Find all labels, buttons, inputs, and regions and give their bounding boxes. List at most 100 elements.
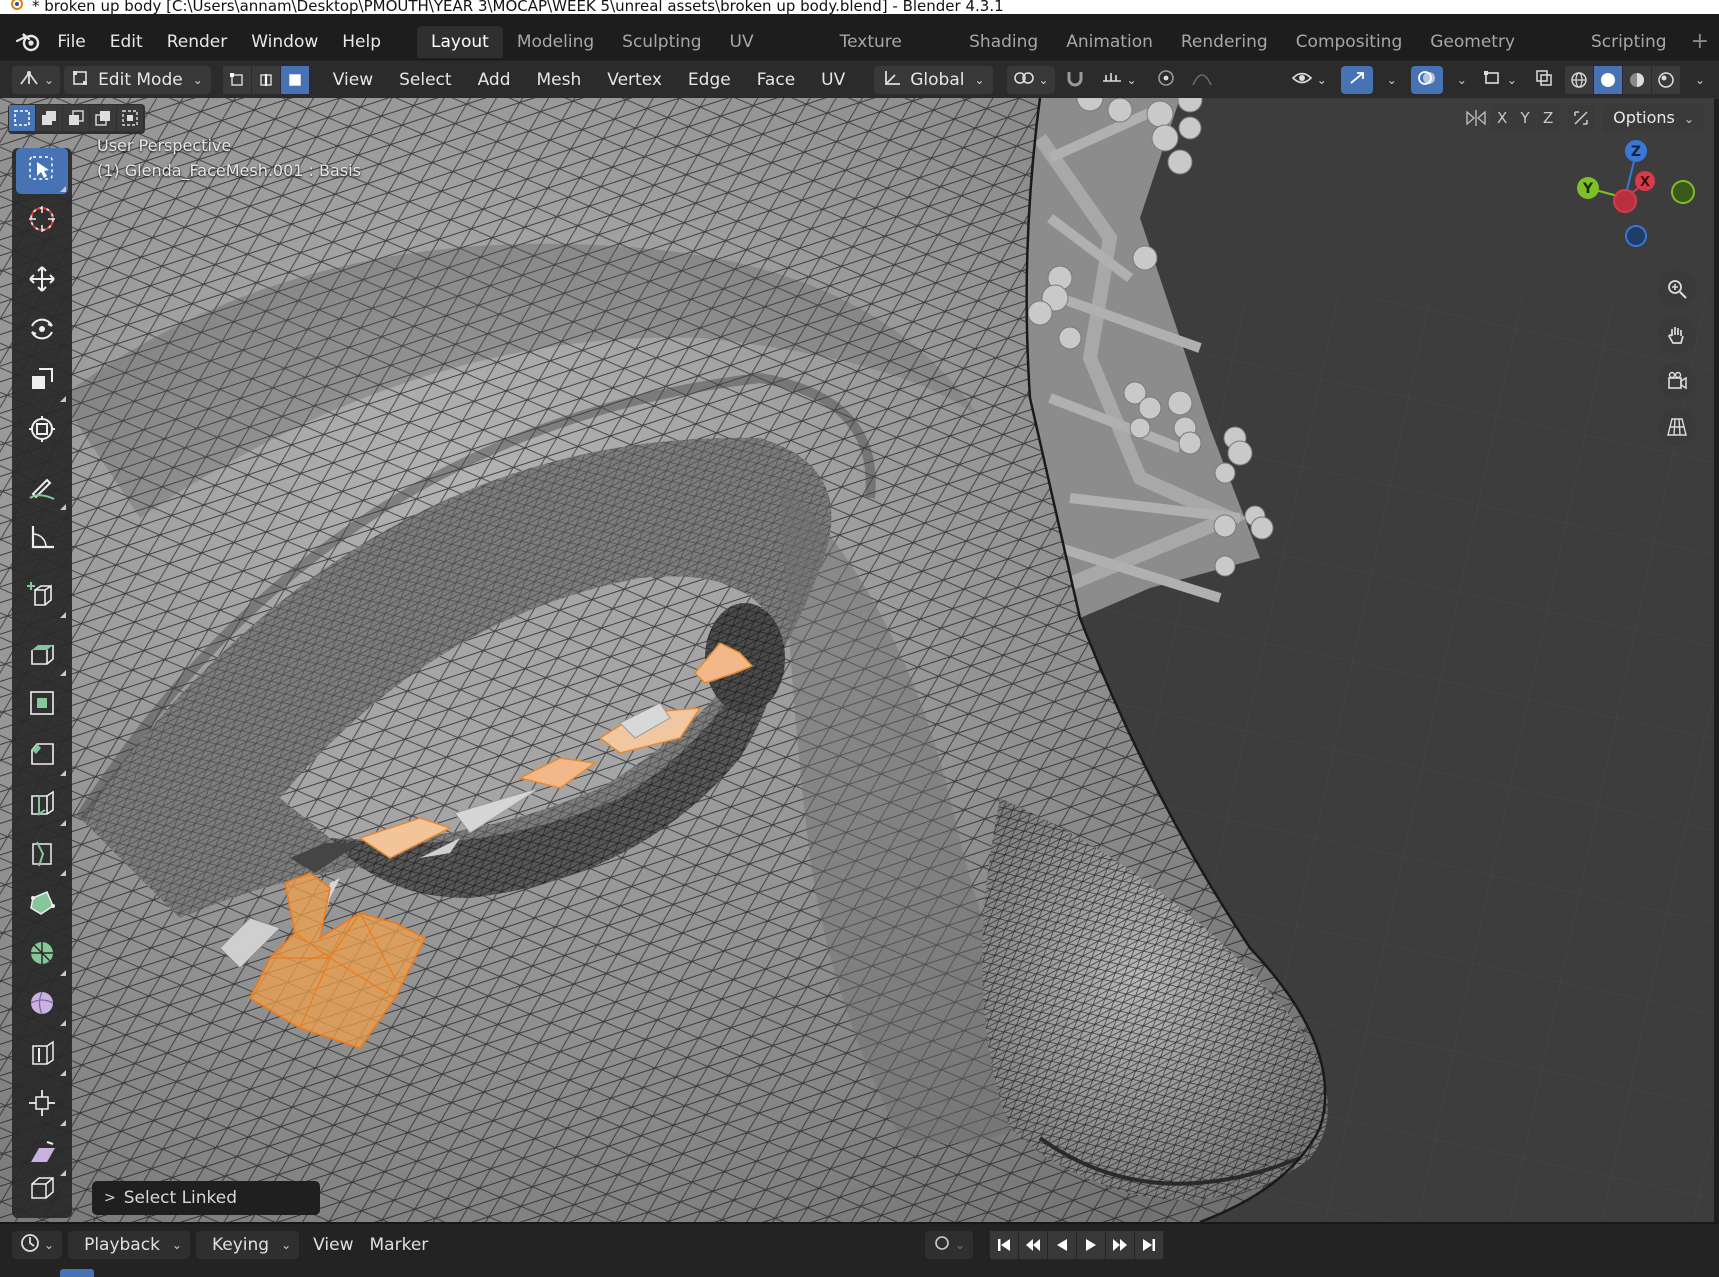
gizmo-neg-z-axis[interactable]	[1625, 225, 1647, 247]
keying-menu[interactable]: Keying ⌄	[195, 1231, 300, 1259]
menu-face[interactable]: Face	[744, 66, 808, 94]
mirror-y-toggle[interactable]: Y	[1514, 105, 1537, 131]
menu-uv[interactable]: UV	[808, 66, 858, 94]
menu-help[interactable]: Help	[330, 27, 393, 57]
select-box-new-icon[interactable]	[9, 105, 35, 131]
add-workspace-button[interactable]: +	[1681, 26, 1719, 58]
falloff-button[interactable]	[1185, 66, 1219, 94]
menu-view[interactable]: View	[320, 66, 386, 94]
tool-transform[interactable]	[16, 408, 68, 454]
tab-compositing[interactable]: Compositing	[1282, 26, 1417, 58]
solid-shading-icon[interactable]	[1593, 66, 1622, 94]
select-intersect-icon[interactable]	[117, 105, 143, 131]
blender-menu-icon[interactable]	[10, 27, 45, 57]
gizmo-neg-y-axis[interactable]	[1671, 180, 1695, 204]
tool-select-box[interactable]	[16, 148, 68, 194]
camera-view-icon[interactable]	[1658, 362, 1696, 400]
select-difference-icon[interactable]	[90, 105, 116, 131]
tool-add-cube[interactable]	[16, 574, 68, 620]
tool-edge-slide[interactable]	[16, 1032, 68, 1078]
xray-toggle[interactable]	[1529, 66, 1559, 94]
vertex-select-icon[interactable]	[222, 66, 251, 94]
tab-rendering[interactable]: Rendering	[1167, 26, 1282, 58]
edge-select-icon[interactable]	[251, 66, 280, 94]
pan-hand-icon[interactable]	[1658, 316, 1696, 354]
timeline-marker-menu[interactable]: Marker	[362, 1231, 437, 1259]
mirror-x-toggle[interactable]: X	[1491, 105, 1514, 131]
overlays-dropdown[interactable]: ⌄	[1447, 66, 1473, 94]
face-select-icon[interactable]	[280, 66, 309, 94]
tool-measure[interactable]	[16, 516, 68, 562]
tab-sculpting[interactable]: Sculpting	[608, 26, 715, 58]
tool-move[interactable]	[16, 258, 68, 304]
tool-inset[interactable]	[16, 682, 68, 728]
play-reverse-icon[interactable]	[1048, 1231, 1076, 1259]
tab-texture-paint[interactable]: Texture Paint	[826, 26, 956, 84]
timeline-view-menu[interactable]: View	[305, 1231, 361, 1259]
playback-menu[interactable]: Playback ⌄	[68, 1231, 190, 1259]
wireframe-shading-icon[interactable]	[1564, 66, 1593, 94]
current-frame-indicator[interactable]	[60, 1269, 94, 1277]
3d-viewport[interactable]: User Perspective (1) Glenda_FaceMesh.001…	[0, 98, 1714, 1222]
menu-render[interactable]: Render	[155, 27, 240, 57]
show-overlays-toggle[interactable]	[1410, 66, 1443, 94]
tab-scripting[interactable]: Scripting	[1577, 26, 1681, 58]
tab-shading[interactable]: Shading	[955, 26, 1052, 58]
tab-geometry-nodes[interactable]: Geometry Nodes	[1416, 26, 1577, 84]
editor-type-button[interactable]: ⌄	[12, 66, 61, 94]
menu-vertex[interactable]: Vertex	[594, 66, 675, 94]
select-subtract-icon[interactable]	[63, 105, 89, 131]
next-keyframe-icon[interactable]	[1106, 1231, 1134, 1259]
snap-toggle[interactable]	[1059, 66, 1091, 94]
tool-smooth[interactable]	[16, 982, 68, 1028]
menu-mesh[interactable]: Mesh	[524, 66, 595, 94]
mesh-edit-overlays-button[interactable]: ⌄	[1477, 66, 1523, 94]
material-shading-icon[interactable]	[1622, 66, 1651, 94]
tool-loop-cut[interactable]	[16, 782, 68, 828]
gizmo-neg-x-axis[interactable]	[1613, 189, 1637, 213]
proportional-edit-toggle[interactable]	[1151, 66, 1181, 94]
select-extend-icon[interactable]	[36, 105, 62, 131]
play-icon[interactable]	[1077, 1231, 1105, 1259]
transform-orientation-dropdown[interactable]: Global ⌄	[874, 66, 993, 94]
visibility-selectability-button[interactable]: ⌄	[1285, 66, 1333, 94]
tool-spin[interactable]	[16, 932, 68, 978]
menu-edit[interactable]: Edit	[98, 27, 155, 57]
mirror-z-toggle[interactable]: Z	[1537, 105, 1560, 131]
prev-keyframe-icon[interactable]	[1019, 1231, 1047, 1259]
last-operator-panel[interactable]: > Select Linked	[92, 1181, 320, 1215]
tool-bevel[interactable]	[16, 732, 68, 778]
tool-rip-region[interactable]	[16, 1168, 68, 1214]
tool-annotate[interactable]	[16, 466, 68, 512]
tool-knife[interactable]	[16, 832, 68, 878]
pivot-point-button[interactable]: ⌄	[1006, 66, 1055, 94]
tab-uv-editing[interactable]: UV Editing	[716, 26, 826, 84]
tab-modeling[interactable]: Modeling	[503, 26, 608, 58]
perspective-grid-icon[interactable]	[1658, 408, 1696, 446]
menu-select[interactable]: Select	[386, 66, 464, 94]
zoom-icon[interactable]	[1658, 270, 1696, 308]
navigation-gizmo[interactable]: Z Y X	[1570, 138, 1700, 258]
tab-animation[interactable]: Animation	[1052, 26, 1167, 58]
tool-shrink-fatten[interactable]	[16, 1082, 68, 1128]
tool-rotate[interactable]	[16, 308, 68, 354]
rendered-shading-icon[interactable]	[1651, 66, 1680, 94]
tab-layout[interactable]: Layout	[417, 26, 503, 58]
show-gizmo-toggle[interactable]	[1340, 66, 1373, 94]
menu-window[interactable]: Window	[239, 27, 330, 57]
tool-extrude[interactable]	[16, 632, 68, 678]
menu-add[interactable]: Add	[465, 66, 524, 94]
gizmo-dropdown[interactable]: ⌄	[1377, 66, 1403, 94]
tool-cursor[interactable]	[16, 198, 68, 244]
tool-poly-build[interactable]	[16, 882, 68, 928]
mirror-butterfly-icon[interactable]	[1462, 105, 1490, 131]
mode-dropdown[interactable]: Edit Mode ⌄	[64, 66, 211, 94]
menu-edge[interactable]: Edge	[675, 66, 744, 94]
shading-dropdown[interactable]: ⌄	[1685, 66, 1711, 94]
tool-scale[interactable]	[16, 358, 68, 404]
options-dropdown[interactable]: Options ⌄	[1603, 104, 1704, 132]
auto-merge-icon[interactable]	[1568, 105, 1595, 131]
timeline-editor-type-button[interactable]: ⌄	[12, 1231, 63, 1259]
jump-end-icon[interactable]	[1135, 1231, 1163, 1259]
menu-file[interactable]: File	[45, 27, 97, 57]
